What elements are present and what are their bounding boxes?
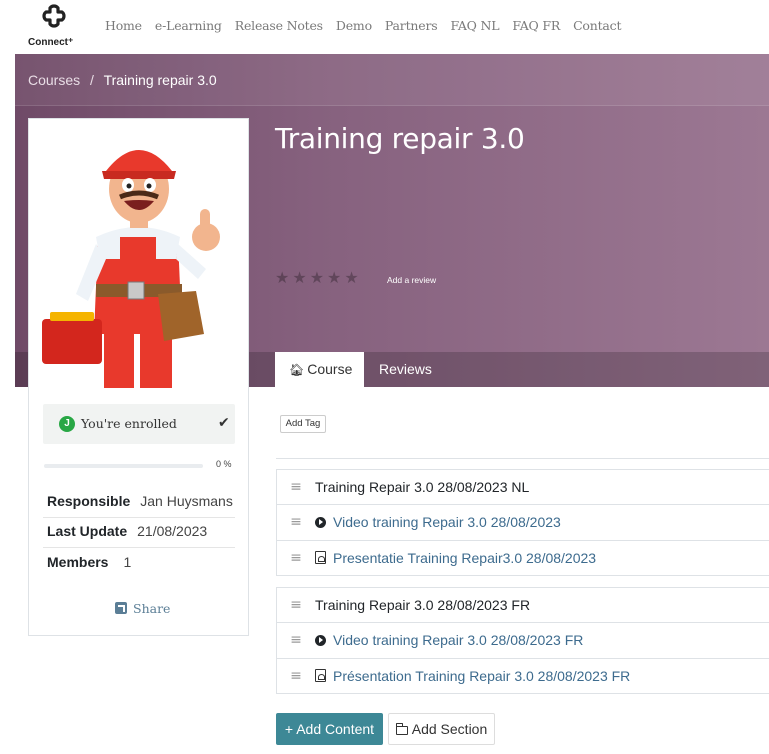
members-row: Members 1 [47, 554, 131, 570]
star-icon: ★ [344, 268, 359, 287]
section-title: Training Repair 3.0 28/08/2023 FR [315, 597, 531, 613]
section-header[interactable]: ≡ Training Repair 3.0 28/08/2023 FR [277, 588, 769, 622]
divider [276, 458, 769, 459]
content-item-title[interactable]: Présentation Training Repair 3.0 28/08/2… [333, 668, 630, 684]
nav-contact[interactable]: Contact [573, 18, 621, 33]
star-icon: ★ [292, 268, 307, 287]
content-section: ≡ Training Repair 3.0 28/08/2023 FR ≡ Vi… [276, 587, 769, 694]
section-title: Training Repair 3.0 28/08/2023 NL [315, 479, 530, 495]
course-title: Training repair 3.0 [275, 122, 525, 155]
tab-course-label: Course [307, 361, 353, 377]
drag-handle-icon[interactable]: ≡ [277, 551, 315, 565]
course-sidebar-card: J You're enrolled ✔ 0 % Responsible Jan H… [28, 118, 249, 636]
divider [43, 517, 235, 518]
repairman-illustration [42, 150, 220, 388]
content-item[interactable]: ≡ Presentatie Training Repair3.0 28/08/2… [277, 539, 769, 576]
logo-text: Connect⁺ [28, 37, 74, 48]
section-header[interactable]: ≡ Training Repair 3.0 28/08/2023 NL [277, 470, 769, 504]
drag-handle-icon[interactable]: ≡ [277, 515, 315, 529]
top-navbar: Connect⁺ Home e-Learning Release Notes D… [0, 0, 769, 54]
nav-release-notes[interactable]: Release Notes [235, 18, 323, 33]
drag-handle-icon[interactable]: ≡ [277, 598, 315, 612]
rating-stars: ★ ★ ★ ★ ★ [275, 270, 359, 286]
add-section-button[interactable]: Add Section [388, 713, 495, 745]
nav-home[interactable]: Home [105, 18, 142, 33]
user-avatar-badge: J [59, 416, 75, 432]
drag-handle-icon[interactable]: ≡ [277, 480, 315, 494]
enrolled-label: You're enrolled [81, 416, 177, 431]
divider [43, 547, 235, 548]
breadcrumb-courses-link[interactable]: Courses [28, 72, 80, 88]
tab-reviews-label: Reviews [379, 361, 432, 377]
drag-handle-icon[interactable]: ≡ [277, 633, 315, 647]
pdf-file-icon [315, 669, 326, 683]
play-circle-icon [315, 634, 326, 646]
main-menu: Home e-Learning Release Notes Demo Partn… [105, 18, 634, 33]
responsible-key: Responsible [47, 493, 131, 509]
last-update-row: Last Update 21/08/2023 [47, 523, 207, 539]
share-label: Share [133, 601, 171, 616]
add-tag-button[interactable]: Add Tag [280, 415, 326, 433]
tab-course[interactable]: 🏠︎ Course [275, 352, 364, 387]
nav-faq-fr[interactable]: FAQ FR [512, 18, 560, 33]
share-button[interactable]: Share [115, 601, 170, 616]
members-key: Members [47, 554, 109, 570]
content-item[interactable]: ≡ Présentation Training Repair 3.0 28/08… [277, 657, 769, 694]
responsible-value: Jan Huysmans [140, 493, 233, 509]
progress-bar [44, 464, 203, 468]
content-item-title[interactable]: Video training Repair 3.0 28/08/2023 [333, 514, 561, 530]
members-value: 1 [123, 554, 132, 570]
tab-reviews[interactable]: Reviews [379, 352, 432, 387]
content-section: ≡ Training Repair 3.0 28/08/2023 NL ≡ Vi… [276, 469, 769, 576]
responsible-row: Responsible Jan Huysmans [47, 493, 233, 509]
last-update-value: 21/08/2023 [137, 523, 208, 539]
star-icon: ★ [275, 268, 290, 287]
content-item[interactable]: ≡ Video training Repair 3.0 28/08/2023 F… [277, 622, 769, 658]
enrolled-status: J You're enrolled ✔ [43, 404, 235, 444]
add-review-link[interactable]: Add a review [387, 275, 436, 285]
progress-percent: 0 % [216, 459, 232, 469]
nav-elearning[interactable]: e-Learning [155, 18, 222, 33]
star-icon: ★ [309, 268, 325, 287]
breadcrumb-separator: / [90, 72, 94, 88]
drag-handle-icon[interactable]: ≡ [277, 669, 315, 683]
breadcrumb: Courses / Training repair 3.0 [28, 72, 217, 88]
content-item[interactable]: ≡ Video training Repair 3.0 28/08/2023 [277, 504, 769, 540]
last-update-key: Last Update [47, 523, 128, 539]
home-icon: 🏠︎ [289, 363, 305, 377]
share-icon [115, 602, 127, 614]
breadcrumb-current: Training repair 3.0 [103, 72, 217, 88]
nav-partners[interactable]: Partners [385, 18, 438, 33]
star-icon: ★ [327, 268, 342, 287]
play-circle-icon [315, 516, 326, 528]
course-cover-image [36, 119, 241, 388]
check-icon: ✔ [218, 415, 230, 431]
content-item-title[interactable]: Presentatie Training Repair3.0 28/08/202… [333, 550, 596, 566]
folder-icon [395, 723, 408, 735]
nav-faq-nl[interactable]: FAQ NL [450, 18, 499, 33]
breadcrumb-bar: Courses / Training repair 3.0 [15, 54, 769, 106]
pdf-file-icon [315, 551, 326, 565]
add-section-label: Add Section [411, 721, 488, 737]
add-content-button[interactable]: + Add Content [276, 713, 383, 745]
content-item-title[interactable]: Video training Repair 3.0 28/08/2023 FR [333, 632, 583, 648]
nav-demo[interactable]: Demo [336, 18, 372, 33]
